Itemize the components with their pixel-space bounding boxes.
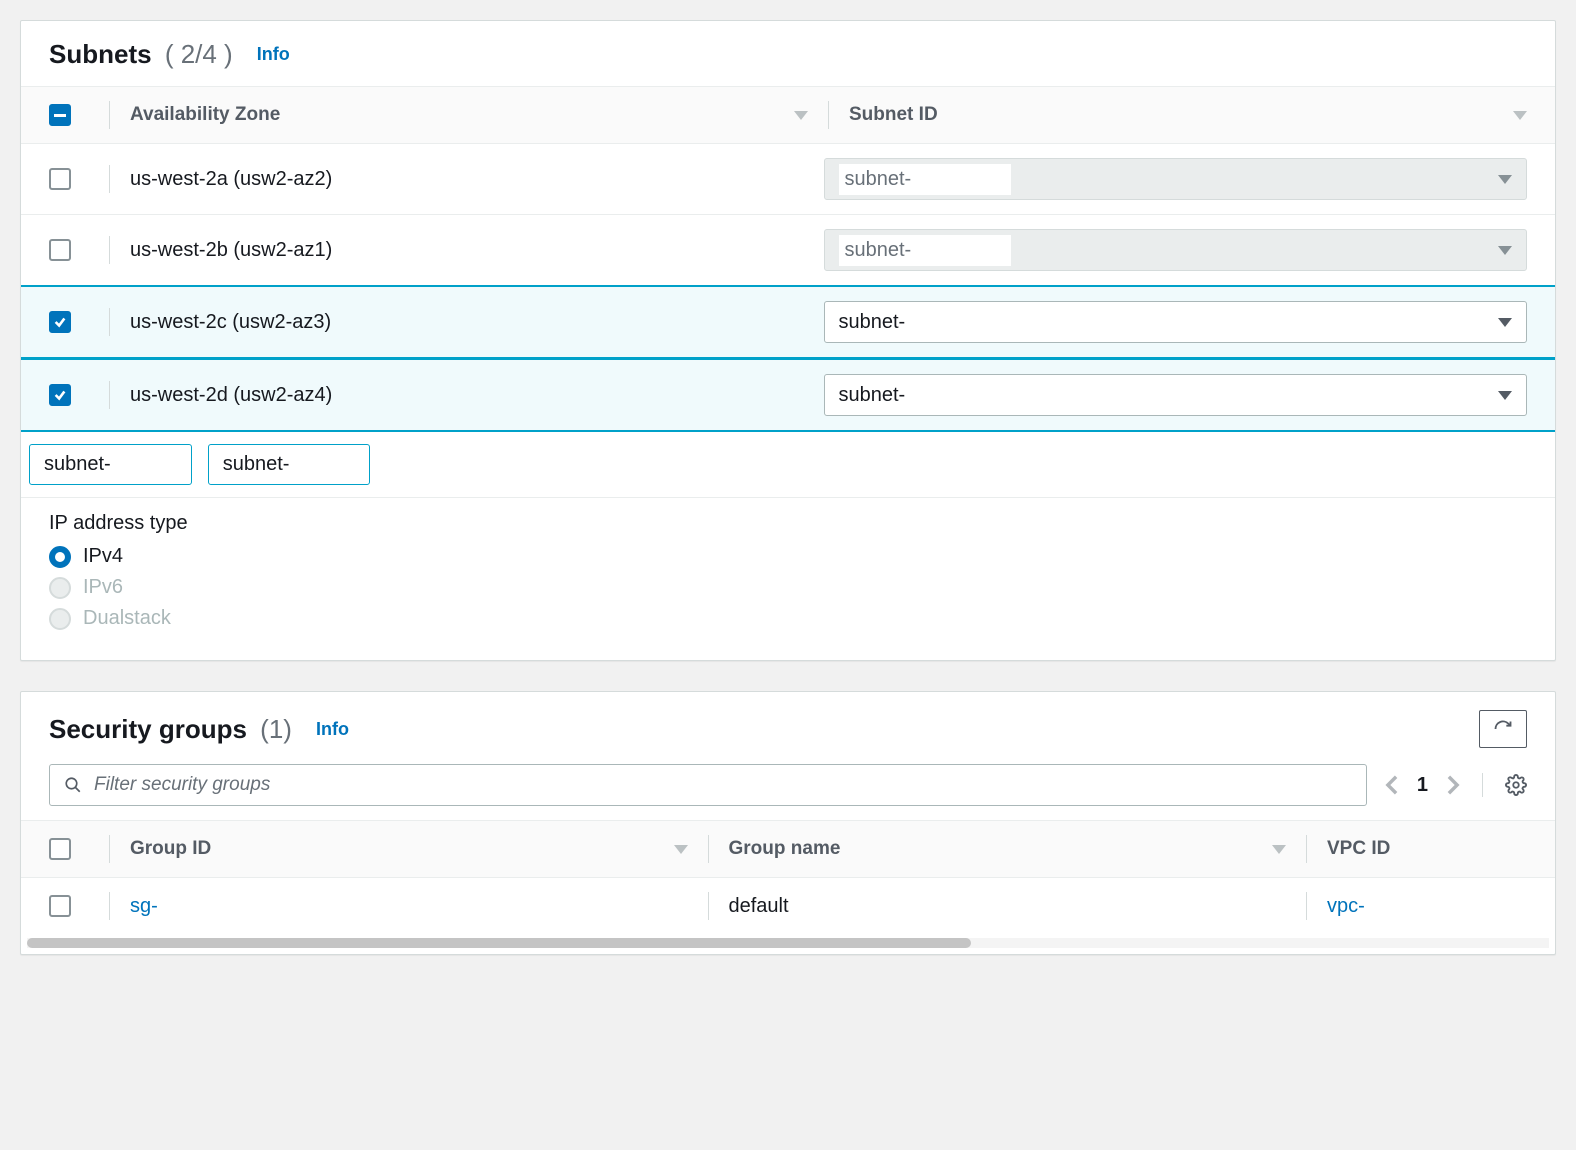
availability-zone-cell: us-west-2d (usw2-az4) [130,384,824,407]
selected-subnet-tokens: subnet-subnet- [21,432,1555,498]
subnet-row[interactable]: us-west-2d (usw2-az4) subnet- [21,358,1555,432]
chevron-down-icon [1498,175,1512,184]
subnets-title: Subnets ( 2/4 ) [49,39,233,70]
security-groups-header: Security groups (1) Info [21,692,1555,764]
subnet-row[interactable]: us-west-2b (usw2-az1) subnet- [21,215,1555,286]
column-divider [109,892,110,920]
pagination: 1 [1385,773,1527,797]
subnets-panel: Subnets ( 2/4 ) Info Availability Zone S… [20,20,1556,661]
column-group-id[interactable]: Group ID [130,838,211,860]
ip-type-option[interactable]: IPv4 [49,545,1527,568]
column-divider [1306,835,1307,863]
column-divider [708,835,709,863]
group-name-cell: default [729,895,789,918]
scrollbar-thumb[interactable] [27,938,971,948]
subnet-id-dropdown[interactable]: subnet- [824,374,1528,416]
security-groups-title: Security groups (1) [49,714,292,745]
security-groups-filter-bar: Filter security groups 1 [21,764,1555,820]
subnet-token[interactable]: subnet- [208,444,371,485]
subnets-header: Subnets ( 2/4 ) Info [21,21,1555,86]
subnet-id-value: subnet- [839,311,906,334]
group-id-link[interactable]: sg- [130,895,158,918]
subnet-id-value: subnet- [839,384,906,407]
column-vpc-id[interactable]: VPC ID [1327,838,1390,860]
radio-button[interactable] [49,546,71,568]
vpc-id-link[interactable]: vpc- [1327,895,1365,918]
subnet-id-value: subnet- [839,164,1012,195]
subnets-info-link[interactable]: Info [257,44,290,65]
subnet-row[interactable]: us-west-2a (usw2-az2) subnet- [21,144,1555,215]
row-checkbox[interactable] [49,168,71,190]
filter-placeholder: Filter security groups [94,774,270,796]
page-prev-icon[interactable] [1385,774,1399,796]
column-divider [828,101,829,129]
column-divider [1306,892,1307,920]
column-divider [109,381,110,409]
column-divider [109,835,110,863]
chevron-down-icon [1498,391,1512,400]
horizontal-scrollbar[interactable] [27,938,1549,948]
security-group-row[interactable]: sg- default vpc- [21,877,1555,934]
settings-icon[interactable] [1505,774,1527,796]
subnet-id-dropdown[interactable]: subnet- [824,301,1528,343]
column-group-name[interactable]: Group name [729,838,841,860]
subnets-count: ( 2/4 ) [165,39,233,69]
subnet-id-dropdown: subnet- [824,229,1528,271]
sort-icon[interactable] [674,845,688,854]
refresh-button[interactable] [1479,710,1527,748]
page-next-icon[interactable] [1446,774,1460,796]
ip-type-option: IPv6 [49,576,1527,599]
security-groups-count: (1) [260,714,292,744]
radio-button [49,608,71,630]
row-checkbox[interactable] [49,239,71,261]
ip-type-label: IPv4 [83,545,123,568]
radio-button [49,577,71,599]
sort-icon[interactable] [1513,111,1527,120]
ip-type-label: Dualstack [83,607,171,630]
column-divider [109,236,110,264]
availability-zone-cell: us-west-2b (usw2-az1) [130,239,824,262]
chevron-down-icon [1498,246,1512,255]
availability-zone-cell: us-west-2a (usw2-az2) [130,168,824,191]
column-availability-zone[interactable]: Availability Zone [130,104,280,126]
column-divider [708,892,709,920]
subnets-header-checkbox[interactable] [49,104,71,126]
column-divider [109,165,110,193]
sort-icon[interactable] [794,111,808,120]
subnet-id-dropdown: subnet- [824,158,1528,200]
subnets-table-header: Availability Zone Subnet ID [21,86,1555,144]
row-checkbox[interactable] [49,895,71,917]
row-checkbox[interactable] [49,311,71,333]
divider [1482,773,1483,797]
search-icon [64,776,82,794]
security-groups-table-header: Group ID Group name VPC ID [21,820,1555,877]
refresh-icon [1493,719,1513,739]
ip-type-option: Dualstack [49,607,1527,630]
subnet-row[interactable]: us-west-2c (usw2-az3) subnet- [21,285,1555,359]
ip-address-type-label: IP address type [49,512,1527,535]
chevron-down-icon [1498,318,1512,327]
security-groups-info-link[interactable]: Info [316,719,349,740]
subnet-id-value: subnet- [839,235,1012,266]
sort-icon[interactable] [1272,845,1286,854]
row-checkbox[interactable] [49,384,71,406]
security-groups-panel: Security groups (1) Info Filter security… [20,691,1556,955]
column-divider [109,101,110,129]
column-divider [109,308,110,336]
filter-security-groups-input[interactable]: Filter security groups [49,764,1367,806]
ip-type-label: IPv6 [83,576,123,599]
ip-address-type-section: IP address type IPv4 IPv6 Dualstack [21,498,1555,660]
subnet-token[interactable]: subnet- [29,444,192,485]
column-subnet-id[interactable]: Subnet ID [849,104,938,126]
security-groups-header-checkbox[interactable] [49,838,71,860]
subnets-title-text: Subnets [49,39,152,69]
page-number: 1 [1417,774,1428,797]
availability-zone-cell: us-west-2c (usw2-az3) [130,311,824,334]
security-groups-title-text: Security groups [49,714,247,744]
